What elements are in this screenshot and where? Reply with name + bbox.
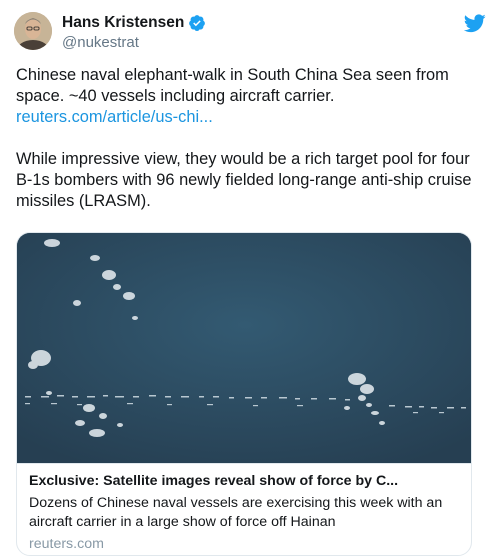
tweet-text-line2: While impressive view, they would be a r… (16, 150, 472, 210)
avatar[interactable] (14, 12, 52, 50)
article-link[interactable]: reuters.com/article/us-chi... (16, 108, 213, 126)
card-title[interactable]: Exclusive: Satellite images reveal show … (29, 472, 459, 491)
tweet[interactable]: Hans Kristensen @nukestrat Chinese naval… (0, 0, 502, 560)
card-domain: reuters.com (29, 536, 104, 552)
twitter-bird-icon[interactable] (463, 14, 486, 33)
display-name[interactable]: Hans Kristensen (62, 14, 184, 32)
user-handle[interactable]: @nukestrat (62, 34, 206, 51)
tweet-text-line1: Chinese naval elephant-walk in South Chi… (16, 66, 449, 105)
tweet-text: Chinese naval elephant-walk in South Chi… (16, 65, 486, 212)
card-body: Exclusive: Satellite images reveal show … (17, 463, 471, 554)
verified-badge-icon (188, 14, 206, 32)
card-description: Dozens of Chinese naval vessels are exer… (29, 495, 443, 530)
user-names[interactable]: Hans Kristensen @nukestrat (62, 13, 206, 51)
link-card[interactable]: Exclusive: Satellite images reveal show … (16, 232, 472, 556)
satellite-image[interactable] (17, 233, 471, 463)
tweet-header: Hans Kristensen @nukestrat (14, 12, 488, 54)
